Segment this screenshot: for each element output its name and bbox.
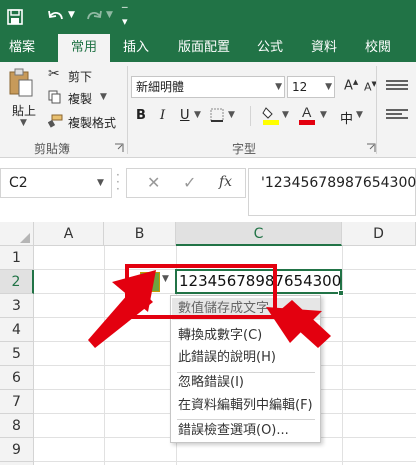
annotation-arrow-left [88, 270, 156, 348]
annotation-arrow-right [266, 300, 331, 348]
annotation-arrows [88, 270, 331, 348]
